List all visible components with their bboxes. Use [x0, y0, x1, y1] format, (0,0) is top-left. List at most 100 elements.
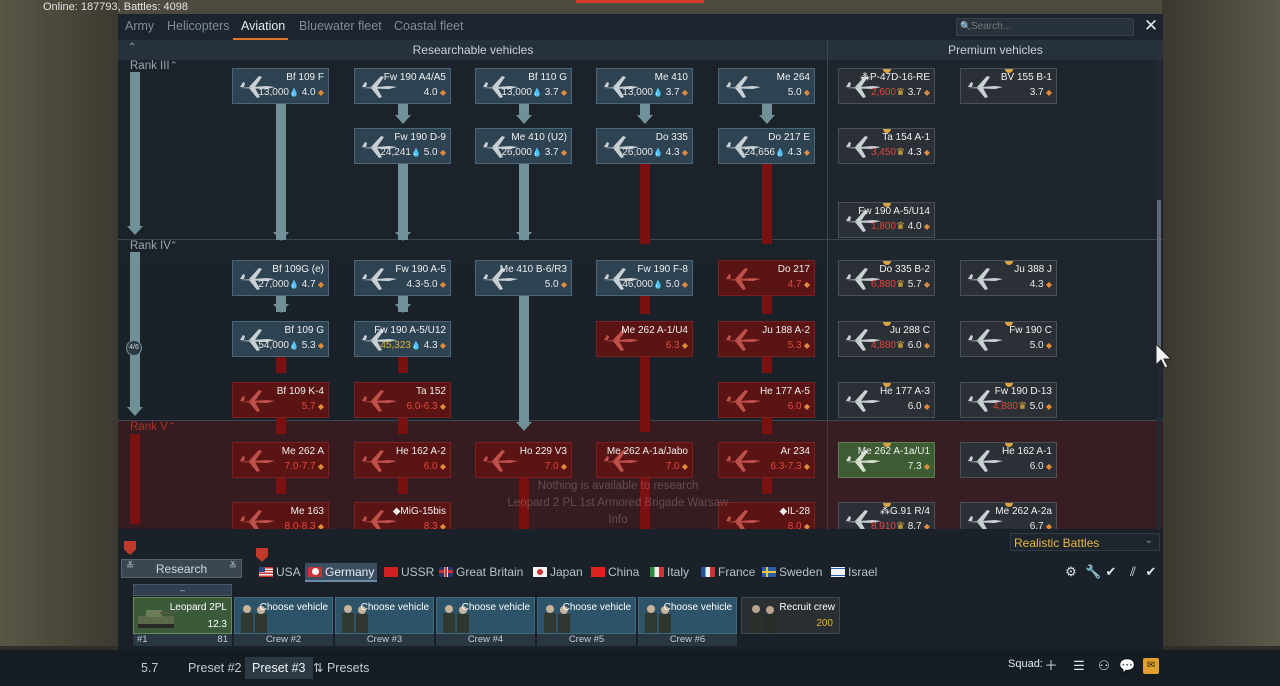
vehicle-card[interactable]: Fw 190 A4/A5 4.0 ◆: [354, 68, 451, 104]
nation-china[interactable]: China: [588, 563, 639, 582]
recruit-crew-button[interactable]: Recruit crew 200: [741, 597, 840, 634]
vehicle-card[interactable]: Ar 234 6.3-7.3 ◆: [718, 442, 815, 478]
plus-icon[interactable]: ＋: [1043, 658, 1059, 674]
vehicle-card[interactable]: Fw 190 F-8 46,000💧 5.0 ◆: [596, 260, 693, 296]
slot-vehicle[interactable]: Choose vehicle: [638, 597, 737, 634]
nation-japan[interactable]: Japan: [530, 563, 583, 582]
vehicle-card[interactable]: Ju 388 J 4.3 ◆: [960, 260, 1057, 296]
nation-italy[interactable]: Italy: [647, 563, 689, 582]
nation-ussr[interactable]: USSR: [381, 563, 434, 582]
slot-vehicle[interactable]: Choose vehicle: [335, 597, 434, 634]
chevron-up-icon[interactable]: ⌃: [170, 240, 178, 251]
vehicle-card[interactable]: Bf 109 K-4 5.7 ◆: [232, 382, 329, 418]
crew-slot-2[interactable]: Choose vehicle Crew #2: [234, 584, 333, 646]
rank-diamond-icon: ◆: [437, 462, 446, 471]
vehicle-card[interactable]: Ta 152 6.0-6.3 ◆: [354, 382, 451, 418]
chevron-up-icon[interactable]: ⌃: [168, 421, 176, 432]
preset-3-button[interactable]: Preset #3: [245, 657, 313, 679]
chat-icon[interactable]: 💬: [1119, 658, 1135, 674]
vehicle-stats: 4.7 ◆: [788, 279, 810, 290]
nation-france[interactable]: France: [698, 563, 755, 582]
slot-vehicle[interactable]: Choose vehicle: [234, 597, 333, 634]
tab-coastal-fleet[interactable]: Coastal fleet: [394, 19, 463, 33]
vehicle-card[interactable]: Do 335 26,000💧 4.3 ◆: [596, 128, 693, 164]
mail-icon[interactable]: ✉: [1143, 658, 1159, 674]
vehicle-card[interactable]: Fw 190 C 5.0 ◆: [960, 321, 1057, 357]
tab-army[interactable]: Army: [125, 19, 154, 33]
vehicle-card[interactable]: Fw 190 D-13 4,880♛ 5.0 ◆: [960, 382, 1057, 418]
slot-vehicle[interactable]: Leopard 2PL 12.3: [133, 597, 232, 634]
vehicle-card[interactable]: ⁂P-47D-16-RE 2,600♛ 3.7 ◆: [838, 68, 935, 104]
vehicle-card[interactable]: Me 410 B-6/R3 5.0 ◆: [475, 260, 572, 296]
scrollbar[interactable]: [1157, 60, 1161, 530]
search-box[interactable]: 🔍: [956, 18, 1134, 36]
gear-icon[interactable]: ⚙: [1063, 564, 1079, 580]
crew-slot-6[interactable]: Choose vehicle Crew #6: [638, 584, 737, 646]
vehicle-card[interactable]: Fw 190 D-9 24,241💧 5.0 ◆: [354, 128, 451, 164]
nation-germany[interactable]: Germany: [305, 563, 377, 582]
vehicle-card[interactable]: ⁂G.91 R/4 8,910♛ 8.7 ◆: [838, 502, 935, 529]
nation-sweden[interactable]: Sweden: [759, 563, 822, 582]
vehicle-card[interactable]: Bf 109 G 54,000💧 5.3 ◆: [232, 321, 329, 357]
vehicle-card[interactable]: Me 410 13,000💧 3.7 ◆: [596, 68, 693, 104]
battle-rating: 6.0: [1029, 461, 1044, 472]
vehicle-card[interactable]: Do 335 B-2 6,880♛ 5.7 ◆: [838, 260, 935, 296]
vehicle-card[interactable]: Me 262 A-1/U4 6.3 ◆: [596, 321, 693, 357]
vehicle-card[interactable]: He 177 A-3 6.0 ◆: [838, 382, 935, 418]
presets-button[interactable]: ⇅ Presets: [306, 657, 376, 679]
vehicle-card[interactable]: Me 410 (U2) 26,000💧 3.7 ◆: [475, 128, 572, 164]
vehicle-name: He 177 A-5: [759, 386, 810, 397]
list-icon[interactable]: ☰: [1071, 658, 1087, 674]
slot-vehicle[interactable]: Choose vehicle: [436, 597, 535, 634]
vehicle-card[interactable]: He 177 A-5 6.0 ◆: [718, 382, 815, 418]
preset-2-button[interactable]: Preset #2: [181, 657, 249, 679]
vehicle-card[interactable]: Bf 110 G 13,000💧 3.7 ◆: [475, 68, 572, 104]
vehicle-card[interactable]: Do 217 E 24,656💧 4.3 ◆: [718, 128, 815, 164]
tab-bluewater-fleet[interactable]: Bluewater fleet: [299, 19, 382, 33]
wrench-icon[interactable]: 🔧: [1085, 564, 1101, 580]
vehicle-card[interactable]: Bf 109 F 13,000💧 4.0 ◆: [232, 68, 329, 104]
crew-slot-5[interactable]: Choose vehicle Crew #5: [537, 584, 636, 646]
nation-usa[interactable]: USA: [256, 563, 301, 582]
research-button[interactable]: ≚ Research ≚: [121, 559, 242, 578]
vehicle-card[interactable]: Me 262 A 7.0-7.7 ◆: [232, 442, 329, 478]
vehicle-card[interactable]: Fw 190 A-5/U14 1,800♛ 4.0 ◆: [838, 202, 935, 238]
close-button[interactable]: ✕: [1142, 17, 1160, 35]
vehicle-card[interactable]: Do 217 4.7 ◆: [718, 260, 815, 296]
vehicle-card[interactable]: Me 163 8.0-8.3 ◆: [232, 502, 329, 529]
chevron-up-icon[interactable]: ⌃: [170, 60, 178, 71]
vehicle-card[interactable]: Bf 109G (e) 27,000💧 4.7 ◆: [232, 260, 329, 296]
vehicle-card[interactable]: He 162 A-2 6.0 ◆: [354, 442, 451, 478]
search-input[interactable]: [971, 21, 1131, 32]
vehicle-stats: 7.3 ◆: [908, 461, 930, 472]
game-mode-select[interactable]: Realistic Battles ⌄: [1010, 533, 1160, 551]
vehicle-name: He 162 A-1: [1001, 446, 1052, 457]
vehicle-card[interactable]: Ho 229 V3 7.0 ◆: [475, 442, 572, 478]
vehicle-card[interactable]: Me 262 A-2a 6.7 ◆: [960, 502, 1057, 529]
nation-great-britain[interactable]: Great Britain: [436, 563, 523, 582]
vehicle-card[interactable]: He 162 A-1 6.0 ◆: [960, 442, 1057, 478]
nation-israel[interactable]: Israel: [828, 563, 877, 582]
recruit-crew-slot[interactable]: Recruit crew 200: [741, 584, 840, 646]
checkmark-icon[interactable]: ✔: [1103, 564, 1119, 580]
tab-helicopters[interactable]: Helicopters: [167, 19, 230, 33]
vehicle-card[interactable]: Ju 288 C 4,880♛ 6.0 ◆: [838, 321, 935, 357]
checkmark-icon[interactable]: ✔: [1143, 564, 1159, 580]
vehicle-card[interactable]: BV 155 B-1 3.7 ◆: [960, 68, 1057, 104]
friends-icon[interactable]: ⚇: [1096, 658, 1112, 674]
scroll-thumb[interactable]: [1157, 200, 1161, 350]
vehicle-card[interactable]: Me 264 5.0 ◆: [718, 68, 815, 104]
vehicle-card[interactable]: Me 262 A-1a/U1 7.3 ◆: [838, 442, 935, 478]
vehicle-card[interactable]: Me 262 A-1a/Jabo 7.0 ◆: [596, 442, 693, 478]
vehicle-card[interactable]: Fw 190 A-5/U12 45,323💧 4.3 ◆: [354, 321, 451, 357]
slashes-icon[interactable]: ⫽: [1125, 564, 1141, 580]
crew-slot-1[interactable]: – Leopard 2PL 12.3 #1 81: [133, 584, 232, 646]
vehicle-card[interactable]: Fw 190 A-5 4.3-5.0 ◆: [354, 260, 451, 296]
crew-slot-4[interactable]: Choose vehicle Crew #4: [436, 584, 535, 646]
tab-aviation[interactable]: Aviation: [241, 19, 285, 33]
slot-vehicle[interactable]: Choose vehicle: [537, 597, 636, 634]
vehicle-card[interactable]: Ju 188 A-2 5.3 ◆: [718, 321, 815, 357]
connector-line: [276, 478, 286, 494]
vehicle-card[interactable]: Ta 154 A-1 3,450♛ 4.3 ◆: [838, 128, 935, 164]
crew-slot-3[interactable]: Choose vehicle Crew #3: [335, 584, 434, 646]
